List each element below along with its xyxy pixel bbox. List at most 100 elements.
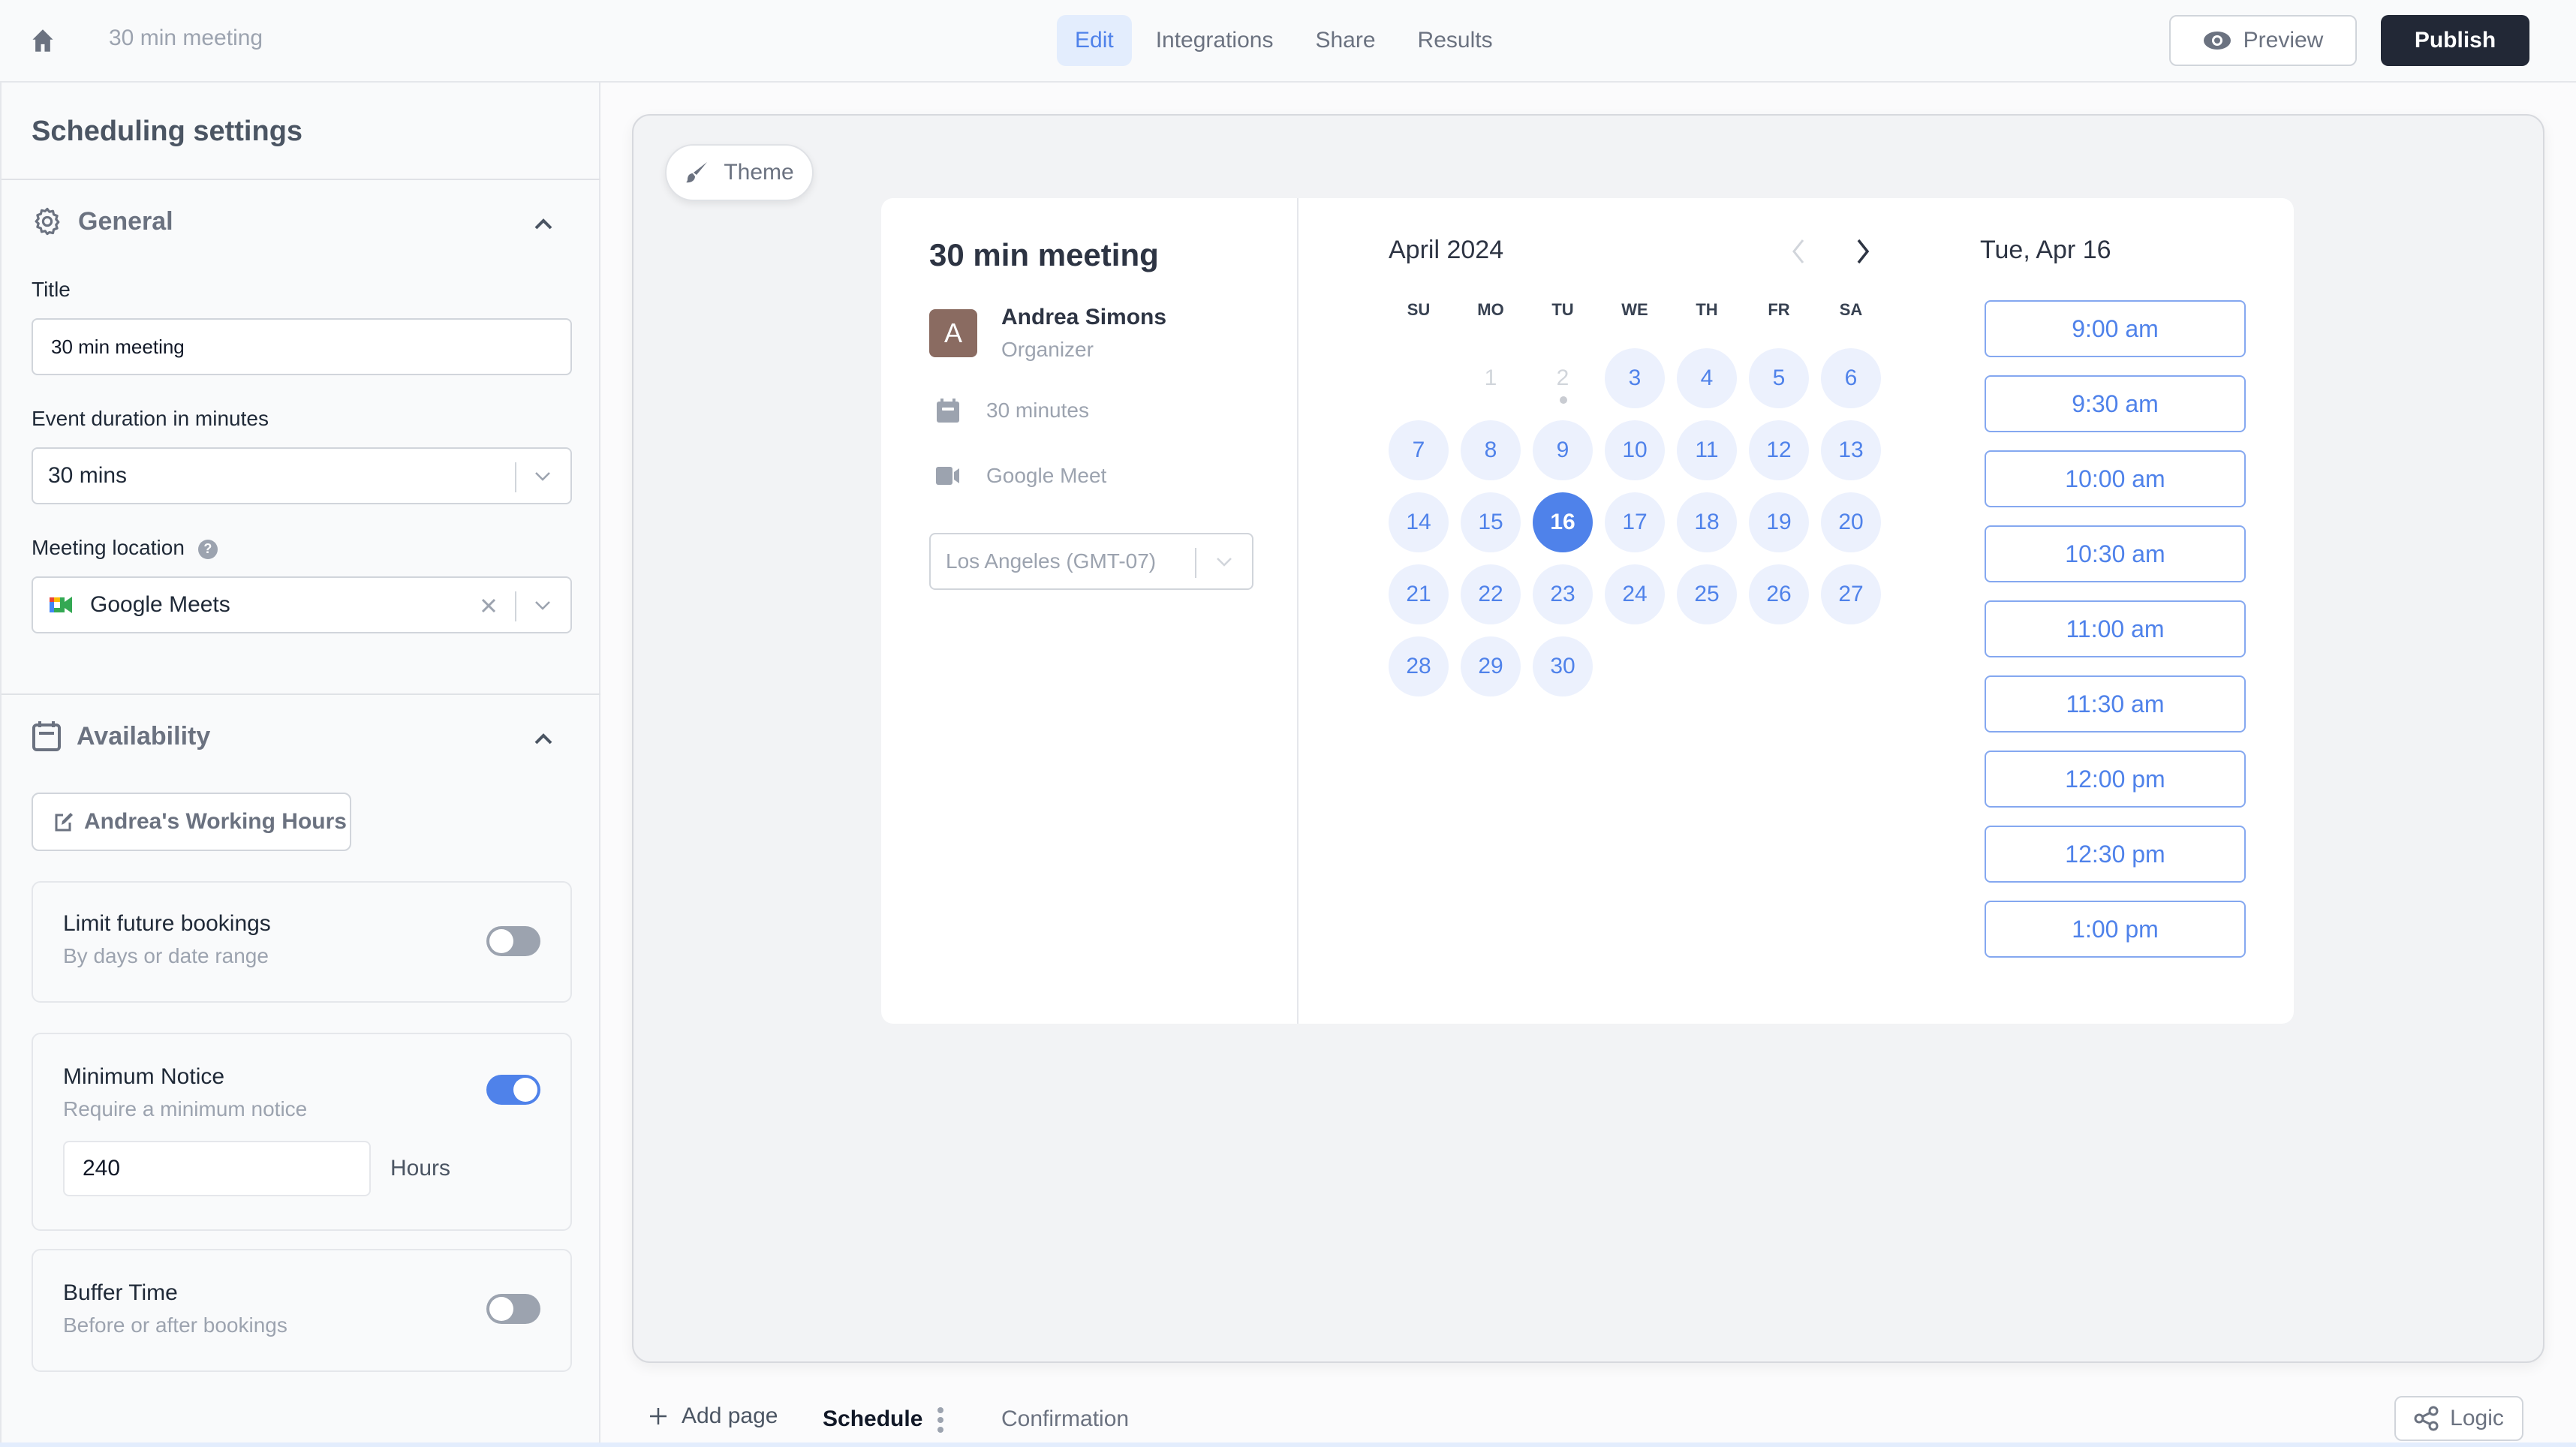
calendar-day[interactable]: 7 bbox=[1389, 420, 1449, 480]
calendar-day[interactable]: 14 bbox=[1389, 492, 1449, 552]
settings-sidebar: Scheduling settings General Title 30 min… bbox=[0, 83, 600, 1447]
calendar-day[interactable]: 23 bbox=[1533, 564, 1593, 624]
calendar-day[interactable]: 4 bbox=[1677, 348, 1737, 408]
preview-label: Preview bbox=[2243, 28, 2324, 53]
tab-integrations[interactable]: Integrations bbox=[1138, 15, 1292, 66]
title-label: Title bbox=[32, 278, 71, 301]
chevron-up-icon[interactable] bbox=[533, 731, 554, 746]
working-hours-button[interactable]: Andrea's Working Hours bbox=[32, 793, 351, 851]
calendar-day[interactable]: 12 bbox=[1749, 420, 1809, 480]
calendar-day[interactable]: 26 bbox=[1749, 564, 1809, 624]
calendar-month-label: April 2024 bbox=[1389, 236, 1504, 264]
minimum-notice-input[interactable]: 240 bbox=[63, 1141, 371, 1196]
calendar-day[interactable]: 28 bbox=[1389, 636, 1449, 696]
general-heading: General bbox=[78, 206, 173, 236]
limit-future-toggle[interactable] bbox=[486, 926, 540, 956]
time-slot-button[interactable]: 12:00 pm bbox=[1985, 751, 2246, 808]
title-input[interactable]: 30 min meeting bbox=[32, 318, 572, 375]
help-icon[interactable]: ? bbox=[197, 539, 218, 559]
page-tab-schedule[interactable]: Schedule bbox=[823, 1406, 922, 1432]
time-slot-button[interactable]: 11:00 am bbox=[1985, 600, 2246, 657]
availability-section-header[interactable]: Availability bbox=[32, 720, 572, 752]
calendar-day[interactable]: 13 bbox=[1821, 420, 1881, 480]
tab-edit[interactable]: Edit bbox=[1057, 15, 1132, 66]
breadcrumb-form-title[interactable]: 30 min meeting bbox=[109, 26, 263, 51]
time-slot-button[interactable]: 9:30 am bbox=[1985, 375, 2246, 432]
time-slots-panel: Tue, Apr 16 9:00 am 9:30 am 10:00 am 10:30 … bbox=[1980, 198, 2265, 1024]
calendar-day[interactable]: 3 bbox=[1605, 348, 1665, 408]
calendar-day[interactable]: 6 bbox=[1821, 348, 1881, 408]
chevron-down-icon[interactable] bbox=[1214, 555, 1234, 569]
calendar-day[interactable]: 9 bbox=[1533, 420, 1593, 480]
calendar-day[interactable]: 5 bbox=[1749, 348, 1809, 408]
theme-button[interactable]: Theme bbox=[665, 144, 814, 201]
calendar-day[interactable]: 27 bbox=[1821, 564, 1881, 624]
calendar-day-selected[interactable]: 16 bbox=[1533, 492, 1593, 552]
calendar-day[interactable]: 30 bbox=[1533, 636, 1593, 696]
minimum-notice-toggle[interactable] bbox=[486, 1075, 540, 1105]
calendar-day[interactable]: 20 bbox=[1821, 492, 1881, 552]
time-slot-button[interactable]: 12:30 pm bbox=[1985, 826, 2246, 883]
chevron-down-icon[interactable] bbox=[533, 599, 552, 612]
calendar-day[interactable]: 15 bbox=[1461, 492, 1521, 552]
chevron-down-icon[interactable] bbox=[533, 470, 552, 483]
date-picker: April 2024 SU MO TU WE TH FR SA 1 2 3 4 5 6 7 8 9 10 11 12… bbox=[1389, 198, 1914, 1024]
time-slot-button[interactable]: 10:30 am bbox=[1985, 525, 2246, 582]
edit-icon bbox=[55, 813, 73, 832]
divider bbox=[2, 179, 600, 180]
location-text: Google Meet bbox=[986, 464, 1107, 487]
calendar-day[interactable]: 19 bbox=[1749, 492, 1809, 552]
add-page-button[interactable]: Add page bbox=[649, 1403, 778, 1429]
eye-icon bbox=[2203, 32, 2231, 50]
chevron-up-icon[interactable] bbox=[533, 216, 554, 231]
location-label: Meeting location? bbox=[32, 536, 218, 560]
availability-heading: Availability bbox=[77, 721, 211, 751]
time-slot-button[interactable]: 1:00 pm bbox=[1985, 901, 2246, 958]
duration-label: Event duration in minutes bbox=[32, 407, 269, 430]
minimum-notice-title: Minimum Notice bbox=[63, 1064, 225, 1089]
calendar-day[interactable]: 8 bbox=[1461, 420, 1521, 480]
add-page-label: Add page bbox=[682, 1403, 778, 1428]
calendar-day[interactable]: 25 bbox=[1677, 564, 1737, 624]
time-slot-button[interactable]: 9:00 am bbox=[1985, 300, 2246, 357]
location-select[interactable]: Google Meets bbox=[32, 576, 572, 633]
duration-text: 30 minutes bbox=[986, 399, 1089, 422]
tab-results[interactable]: Results bbox=[1400, 15, 1511, 66]
calendar-day[interactable]: 11 bbox=[1677, 420, 1737, 480]
logic-button[interactable]: Logic bbox=[2394, 1396, 2523, 1441]
duration-select[interactable]: 30 mins bbox=[32, 447, 572, 504]
preview-button[interactable]: Preview bbox=[2169, 15, 2357, 66]
calendar-day[interactable]: 17 bbox=[1605, 492, 1665, 552]
chevron-right-icon[interactable] bbox=[1854, 237, 1872, 266]
calendar-day[interactable]: 21 bbox=[1389, 564, 1449, 624]
calendar-day[interactable]: 18 bbox=[1677, 492, 1737, 552]
today-indicator bbox=[1560, 396, 1567, 404]
time-slot-button[interactable]: 10:00 am bbox=[1985, 450, 2246, 507]
timezone-select[interactable]: Los Angeles (GMT-07) bbox=[929, 533, 1253, 590]
time-slot-button[interactable]: 11:30 am bbox=[1985, 675, 2246, 733]
calendar-day[interactable]: 10 bbox=[1605, 420, 1665, 480]
home-icon[interactable] bbox=[32, 29, 54, 53]
more-options-icon[interactable] bbox=[937, 1406, 944, 1433]
general-section-header[interactable]: General bbox=[32, 206, 572, 237]
chevron-left-icon[interactable] bbox=[1789, 237, 1807, 266]
buffer-time-toggle[interactable] bbox=[486, 1294, 540, 1324]
duration-row: 30 minutes bbox=[935, 398, 1089, 423]
calendar-day[interactable]: 29 bbox=[1461, 636, 1521, 696]
booking-widget: 30 min meeting A Andrea Simons Organizer… bbox=[881, 198, 2294, 1024]
minimum-notice-subtitle: Require a minimum notice bbox=[63, 1097, 308, 1121]
clear-icon[interactable] bbox=[479, 596, 498, 615]
weekday-header: MO bbox=[1477, 300, 1504, 319]
limit-future-title: Limit future bookings bbox=[63, 911, 271, 936]
weekday-header: SA bbox=[1839, 300, 1863, 319]
google-meet-icon bbox=[50, 597, 72, 613]
calendar-day[interactable]: 22 bbox=[1461, 564, 1521, 624]
publish-button[interactable]: Publish bbox=[2381, 15, 2529, 66]
organizer-name: Andrea Simons bbox=[1001, 305, 1167, 329]
calendar-day[interactable]: 24 bbox=[1605, 564, 1665, 624]
top-bar: 30 min meeting Edit Integrations Share R… bbox=[0, 0, 2576, 83]
tab-share[interactable]: Share bbox=[1297, 15, 1393, 66]
buffer-time-subtitle: Before or after bookings bbox=[63, 1313, 287, 1337]
page-tab-confirmation[interactable]: Confirmation bbox=[1001, 1406, 1129, 1432]
main-nav-tabs: Edit Integrations Share Results bbox=[1057, 15, 1511, 66]
